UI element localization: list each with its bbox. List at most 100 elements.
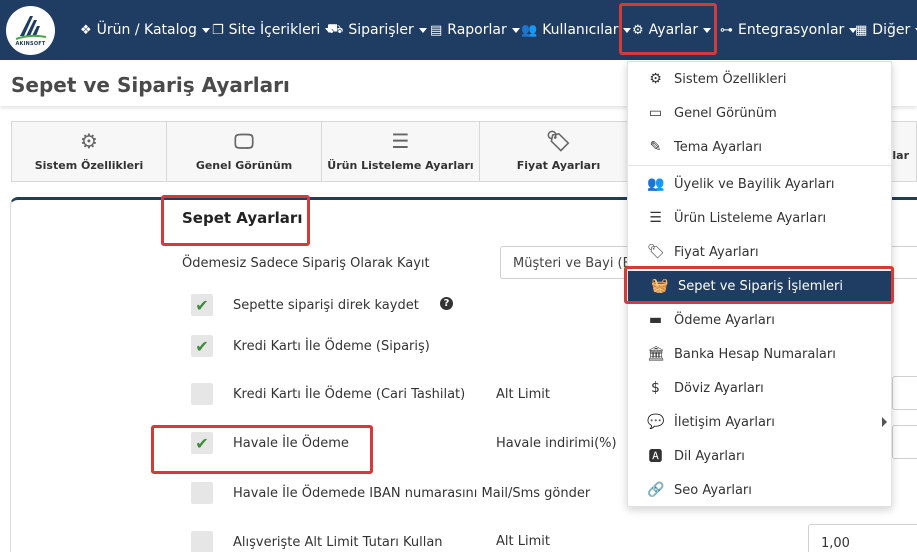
havale-discount-input[interactable] — [892, 425, 917, 459]
menu-label: Banka Hesap Numaraları — [674, 346, 836, 362]
nav-diger[interactable]: ▦ Diğer — [855, 0, 917, 60]
menu-banka-hesap[interactable]: 🏛 Banka Hesap Numaraları — [628, 339, 891, 369]
link-icon: 🔗 — [647, 482, 665, 498]
checkbox-sepette-direk-kaydet[interactable]: ✔ — [191, 294, 213, 316]
menu-label: Döviz Ayarları — [674, 380, 764, 396]
tags-icon: 🏷 — [647, 244, 665, 260]
nav-ayarlar[interactable]: ⚙ Ayarlar — [632, 0, 712, 60]
menu-iletisim-ayarlari[interactable]: 💬 İletişim Ayarları — [628, 407, 891, 437]
nav-raporlar[interactable]: ▤ Raporlar — [430, 0, 520, 60]
option-label: Alışverişte Alt Limit Tutarı Kullan — [233, 535, 443, 550]
tab-genel-gorunum[interactable]: 🖵 Genel Görünüm — [167, 122, 322, 181]
menu-uyelik-bayilik[interactable]: 👥 Üyelik ve Bayilik Ayarları — [628, 169, 891, 199]
tab-urun-listeleme[interactable]: ☰ Ürün Listeleme Ayarları — [322, 122, 480, 181]
menu-sepet-siparis[interactable]: 🧺 Sepet ve Sipariş İşlemleri — [628, 271, 891, 301]
chevron-down-icon — [201, 27, 210, 33]
menu-tema-ayarlari[interactable]: ✎ Tema Ayarları — [628, 132, 891, 162]
chevron-down-icon — [703, 27, 712, 33]
ayarlar-dropdown: ⚙ Sistem Özellikleri ▭ Genel Görünüm ✎ Tema… — [627, 61, 892, 507]
monitor-icon: 🖵 — [234, 129, 254, 153]
option-label: Havale İle Ödemede IBAN numarasını Mail/… — [233, 486, 591, 501]
brand-name: AKINSOFT — [15, 41, 46, 47]
option-label: Kredi Kartı İle Ödeme (Cari Tashilat) — [233, 387, 466, 402]
menu-label: Ödeme Ayarları — [674, 312, 775, 328]
option-label: Sepette siparişi direk kaydet — [233, 298, 419, 313]
nav-entegrasyonlar[interactable]: ⊶ Entegrasyonlar — [720, 0, 858, 60]
credit-card-icon: ▬ — [648, 312, 663, 328]
section-title: Sepet Ayarları — [182, 209, 303, 227]
menu-urun-listeleme[interactable]: ☰ Ürün Listeleme Ayarları — [628, 203, 891, 233]
check-icon: ✔ — [195, 433, 209, 453]
nav-label: Site İçerikleri — [228, 22, 321, 38]
alt-limit-label: Alt Limit — [496, 387, 550, 402]
comments-icon: 💬 — [647, 414, 665, 430]
menu-label: Sistem Özellikleri — [674, 71, 787, 87]
menu-odeme-ayarlari[interactable]: ▬ Ödeme Ayarları — [628, 305, 891, 335]
monitor-icon: ▭ — [648, 105, 663, 121]
top-navbar: AKINSOFT ❖ Ürün / Katalog ❐ Site İçerikler… — [0, 0, 917, 60]
nav-kullanicilar[interactable]: 👥 Kullanıcılar — [521, 0, 632, 60]
brand-logo[interactable]: AKINSOFT — [6, 6, 55, 55]
menu-fiyat-ayarlari[interactable]: 🏷 Fiyat Ayarları — [628, 237, 891, 267]
basket-icon: 🧺 — [651, 278, 669, 294]
users-icon: 👥 — [521, 22, 538, 38]
bank-icon: 🏛 — [647, 346, 665, 362]
chevron-down-icon — [418, 27, 427, 33]
list-icon: ☰ — [649, 210, 662, 226]
menu-sistem-ozellikleri[interactable]: ⚙ Sistem Özellikleri — [628, 64, 891, 94]
option-label: Havale İle Ödeme — [233, 436, 349, 451]
nav-siparisler[interactable]: ⛟ Siparişler — [327, 0, 427, 60]
tab-label: Ürün Listeleme Ayarları — [327, 159, 474, 172]
nav-label: Ürün / Katalog — [96, 22, 197, 38]
logo-mark-icon — [15, 16, 47, 40]
menu-label: Dil Ayarları — [674, 448, 745, 464]
cari-limit-input[interactable] — [892, 376, 917, 410]
menu-doviz-ayarlari[interactable]: $ Döviz Ayarları — [628, 373, 891, 403]
language-icon: 🅰 — [648, 449, 663, 465]
checkbox-kredi-karti-cari[interactable] — [191, 383, 213, 405]
nav-label: Ayarlar — [648, 22, 699, 38]
nav-label: Diğer — [872, 22, 911, 38]
chevron-down-icon — [511, 27, 520, 33]
copy-icon: ❐ — [212, 22, 224, 38]
checkbox-kredi-karti-siparis[interactable]: ✔ — [191, 335, 213, 357]
alt-limit-input[interactable]: 1,00 — [808, 524, 917, 552]
help-icon[interactable]: ? — [440, 297, 453, 310]
tags-icon: 🏷 — [545, 129, 572, 153]
file-chart-icon: ▤ — [430, 22, 443, 38]
check-icon: ✔ — [195, 336, 209, 356]
gears-icon: ⚙ — [632, 22, 644, 38]
option-label: Kredi Kartı İle Ödeme (Sipariş) — [233, 339, 430, 354]
tab-sistem-ozellikleri[interactable]: ⚙ Sistem Özellikleri — [12, 122, 167, 181]
gears-icon: ⚙ — [80, 129, 98, 153]
sitemap-icon: ⊶ — [720, 22, 733, 38]
menu-label: Seo Ayarları — [674, 482, 752, 498]
chevron-right-icon — [882, 417, 887, 427]
tab-label: Sistem Özellikleri — [34, 159, 144, 172]
tab-label: lar — [892, 149, 909, 162]
chevron-down-icon — [623, 27, 632, 33]
checkbox-havale-iban[interactable] — [191, 482, 213, 504]
menu-label: Genel Görünüm — [674, 105, 777, 121]
dollar-icon: $ — [651, 380, 660, 396]
alt-limit-label: Alt Limit — [496, 534, 550, 549]
menu-label: Tema Ayarları — [674, 139, 763, 155]
checkbox-havale-odeme[interactable]: ✔ — [191, 432, 213, 454]
menu-label: Fiyat Ayarları — [674, 244, 759, 260]
nav-urun-katalog[interactable]: ❖ Ürün / Katalog — [80, 0, 210, 60]
menu-genel-gorunum[interactable]: ▭ Genel Görünüm — [628, 98, 891, 128]
tab-fiyat-ayarlari[interactable]: 🏷 Fiyat Ayarları — [480, 122, 638, 181]
unpaid-order-label: Ödemesiz Sadece Sipariş Olarak Kayıt — [182, 256, 430, 271]
menu-seo-ayarlari[interactable]: 🔗 Seo Ayarları — [628, 475, 891, 505]
brush-icon: ✎ — [649, 139, 662, 155]
nav-label: Raporlar — [447, 22, 507, 38]
checkbox-alt-limit[interactable] — [191, 531, 213, 552]
menu-dil-ayarlari[interactable]: 🅰 Dil Ayarları — [628, 441, 891, 471]
nav-site-icerikleri[interactable]: ❐ Site İçerikleri — [212, 0, 334, 60]
page-title: Sepet ve Sipariş Ayarları — [11, 73, 290, 97]
nav-label: Entegrasyonlar — [738, 22, 845, 38]
menu-label: İletişim Ayarları — [674, 414, 775, 430]
menu-label: Ürün Listeleme Ayarları — [674, 210, 827, 226]
users-icon: 👥 — [647, 176, 665, 192]
nav-label: Siparişler — [348, 22, 414, 38]
